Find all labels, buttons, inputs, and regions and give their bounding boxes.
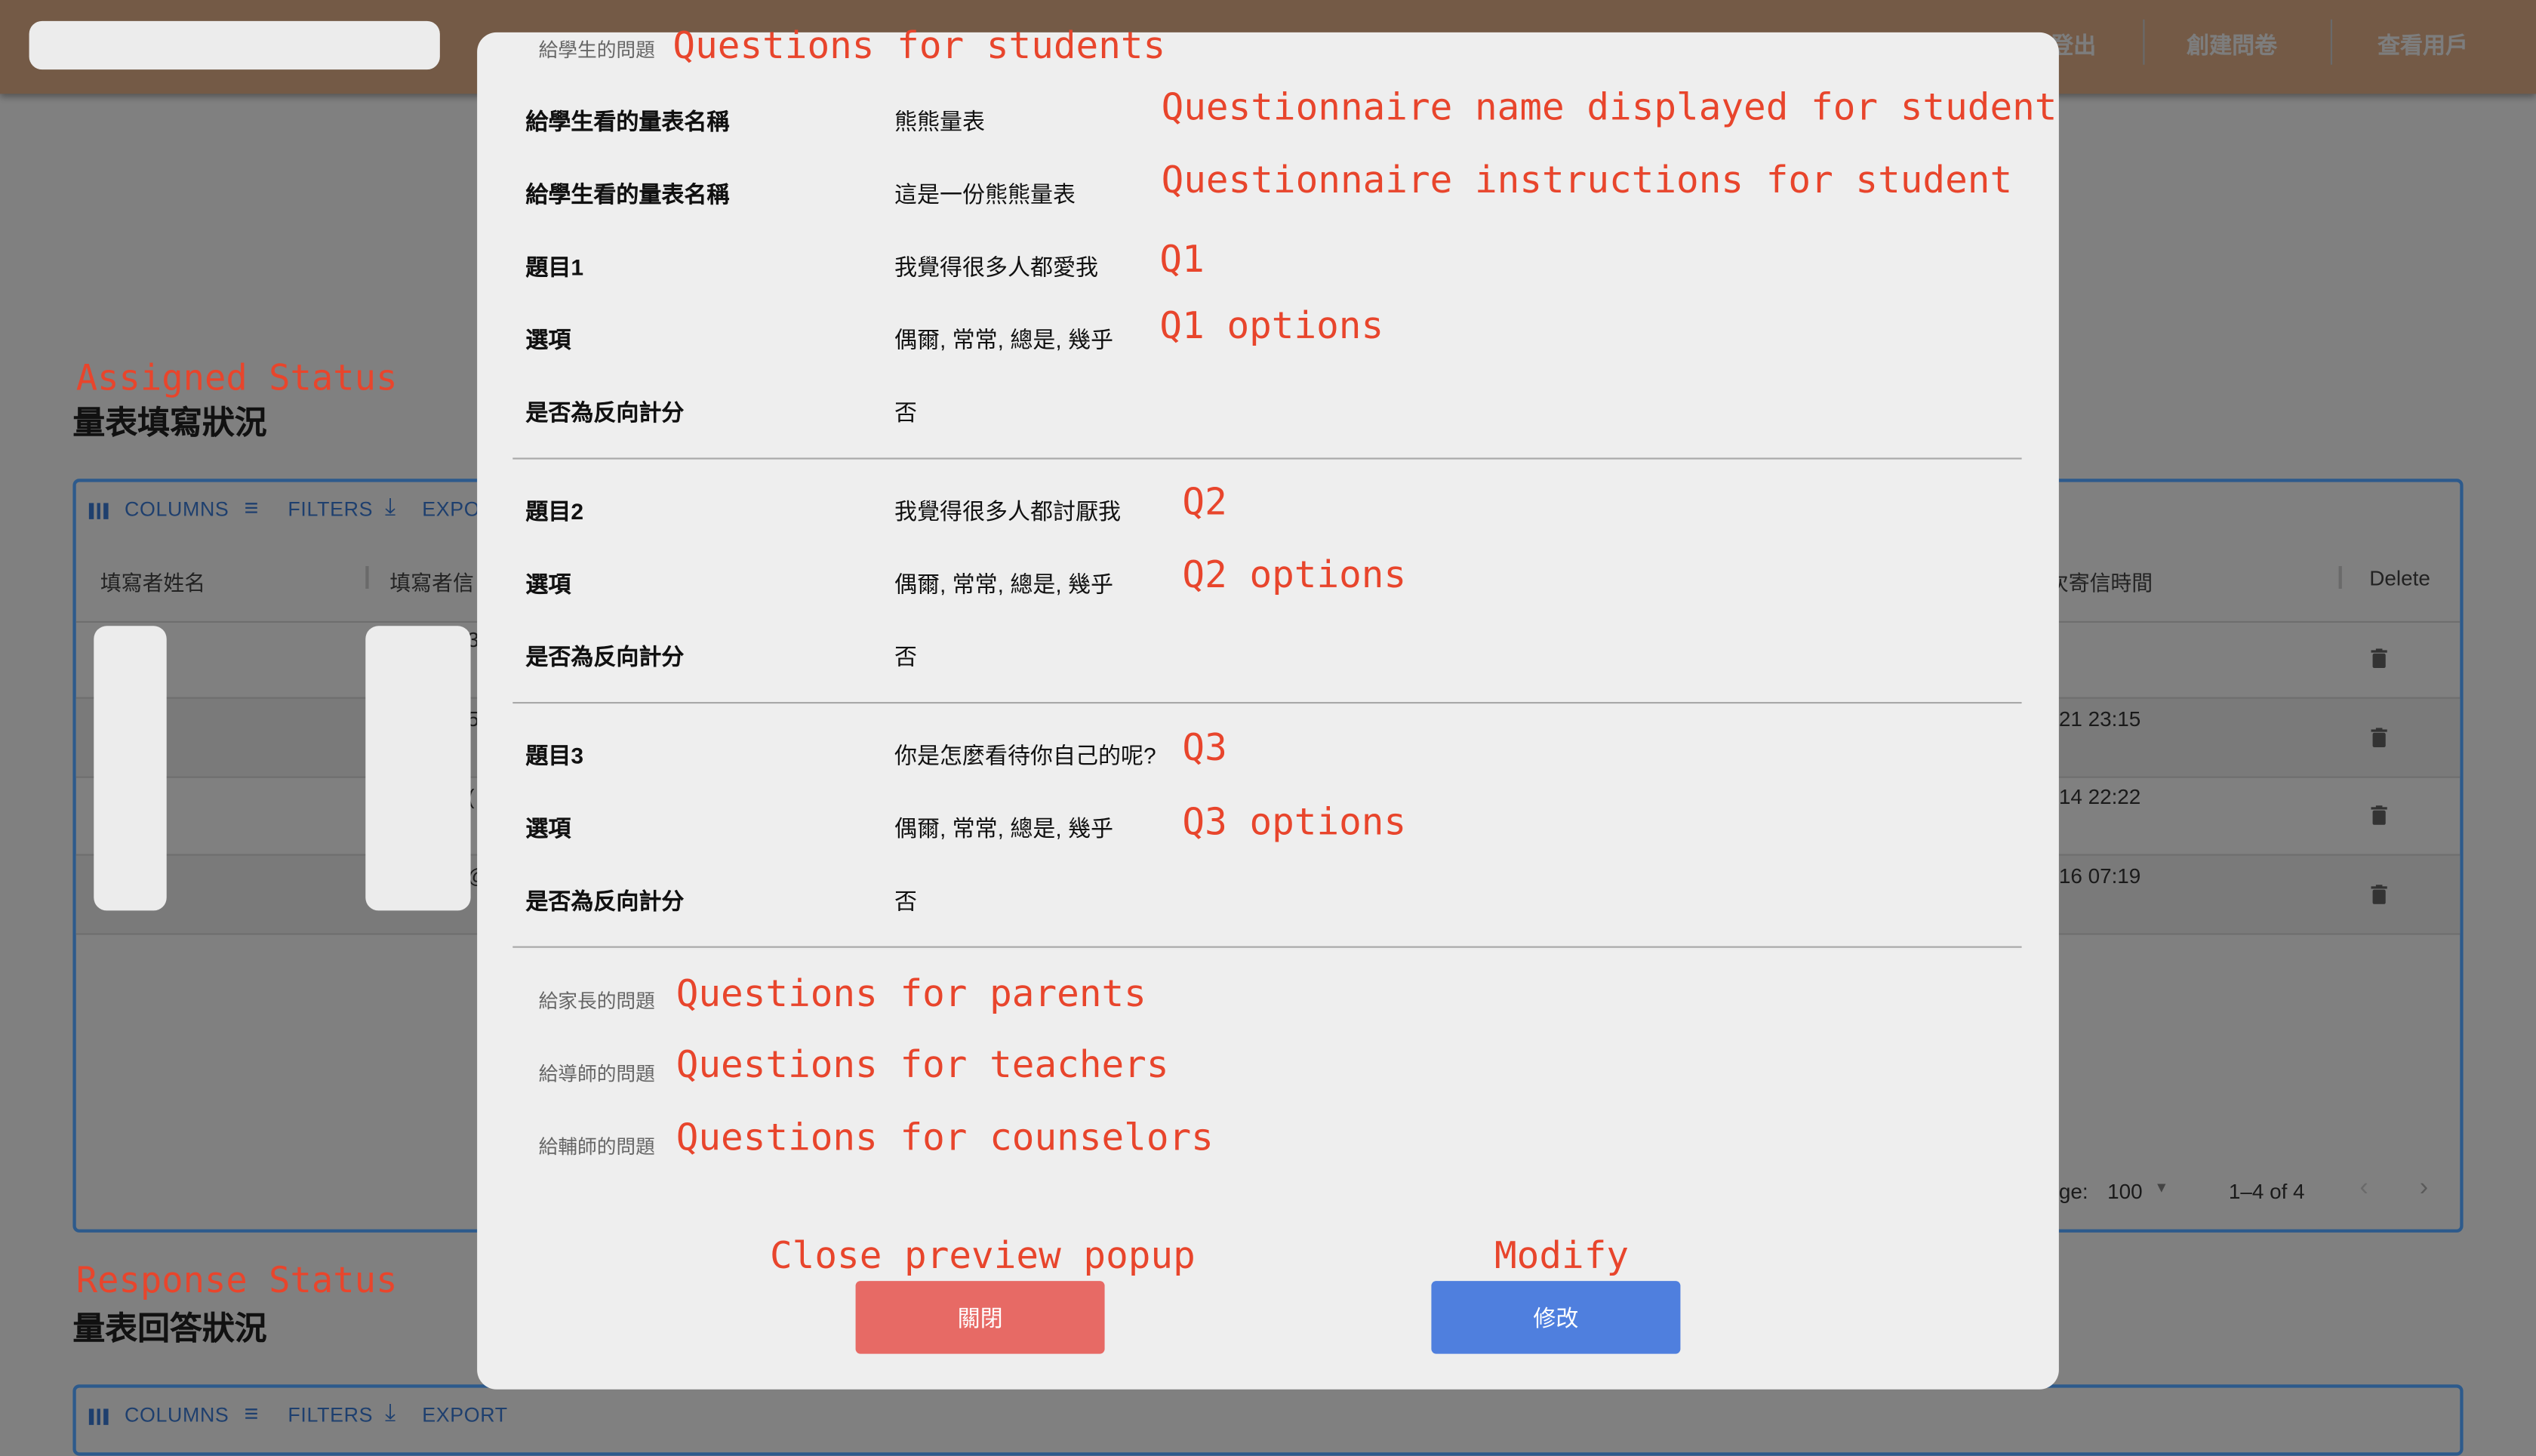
columns-button[interactable]: COLUMNS — [125, 1404, 229, 1427]
modify-button-annotation: Modify — [1494, 1236, 1630, 1278]
redacted-block — [365, 626, 471, 911]
question-label: 題目3 — [525, 742, 584, 768]
columns-icon — [88, 1408, 109, 1425]
nav-divider — [2143, 19, 2145, 65]
reverse-value: 否 — [894, 399, 917, 426]
filter-icon: ≡ — [244, 1400, 259, 1429]
modify-button[interactable]: 修改 — [1431, 1281, 1681, 1354]
question-annotation: Q1 — [1159, 239, 1205, 282]
field-annotation: Questionnaire instructions for student — [1161, 160, 2013, 202]
pagination-range: 1–4 of 4 — [2228, 1179, 2305, 1204]
redacted-block — [94, 626, 167, 911]
divider — [512, 457, 2022, 460]
assigned-status-title: 量表填寫狀況 — [72, 405, 267, 442]
trash-icon[interactable] — [2371, 728, 2387, 747]
filter-icon: ≡ — [244, 494, 259, 523]
question-label: 題目2 — [525, 498, 584, 525]
options-value: 偶爾, 常常, 總是, 幾乎 — [894, 571, 1114, 597]
prev-page-icon[interactable]: ‹ — [2359, 1174, 2368, 1204]
question-text: 我覺得很多人都愛我 — [894, 254, 1098, 280]
assigned-status-annotation: Assigned Status — [75, 359, 398, 400]
student-section-annotation: Questions for students — [672, 26, 1166, 68]
response-status-title: 量表回答狀況 — [72, 1311, 267, 1347]
trash-icon[interactable] — [2371, 648, 2387, 668]
column-header-name[interactable]: 填寫者姓名 — [100, 566, 205, 597]
page: 登出 創建問卷 查看用戶 Assigned Status 量表填寫狀況 COLU… — [0, 0, 2536, 1456]
field-label: 給學生看的量表名稱 — [525, 181, 730, 208]
question-annotation: Q2 — [1182, 482, 1227, 525]
chevron-down-icon: ▼ — [2154, 1179, 2169, 1196]
reverse-label: 是否為反向計分 — [525, 643, 685, 670]
download-icon: ⤓ — [384, 493, 396, 521]
nav-divider — [2330, 19, 2332, 65]
nav-create-questionnaire[interactable]: 創建問卷 — [2187, 29, 2277, 62]
time-cell: 14 22:22 — [2058, 784, 2141, 809]
close-button[interactable]: 關閉 — [855, 1281, 1105, 1354]
search-box[interactable] — [29, 20, 440, 70]
column-separator[interactable] — [365, 566, 369, 589]
column-header-delete: Delete — [2369, 566, 2430, 591]
question-text: 你是怎麼看待你自己的呢? — [894, 742, 1156, 768]
response-status-annotation: Response Status — [75, 1261, 398, 1302]
options-annotation: Q2 options — [1182, 555, 1407, 597]
field-value: 熊熊量表 — [894, 108, 985, 134]
download-icon: ⤓ — [384, 1399, 396, 1427]
next-page-icon[interactable]: › — [2420, 1174, 2428, 1204]
filters-button[interactable]: FILTERS — [288, 498, 373, 521]
reverse-value: 否 — [894, 888, 917, 914]
student-section-label: 給學生的問題 — [538, 38, 655, 62]
trash-icon[interactable] — [2371, 885, 2387, 904]
close-button-annotation: Close preview popup — [769, 1236, 1196, 1278]
rows-per-page-label: ge: — [2058, 1179, 2088, 1204]
export-button[interactable]: EXPO — [422, 498, 480, 521]
field-value: 這是一份熊熊量表 — [894, 181, 1076, 208]
parents-section-annotation: Questions for parents — [676, 974, 1146, 1016]
options-label: 選項 — [525, 326, 571, 353]
question-text: 我覺得很多人都討厭我 — [894, 498, 1121, 525]
reverse-value: 否 — [894, 643, 917, 670]
nav-view-users[interactable]: 查看用戶 — [2378, 29, 2468, 62]
options-label: 選項 — [525, 571, 571, 597]
teachers-section-label: 給導師的問題 — [538, 1062, 655, 1085]
column-separator[interactable] — [2338, 566, 2342, 589]
preview-modal — [477, 32, 2059, 1390]
question-annotation: Q3 — [1182, 728, 1227, 770]
time-cell: 21 23:15 — [2058, 706, 2141, 731]
options-annotation: Q3 options — [1182, 802, 1407, 845]
teachers-section-annotation: Questions for teachers — [676, 1045, 1169, 1087]
question-label: 題目1 — [525, 254, 584, 280]
time-cell: 16 07:19 — [2058, 863, 2141, 888]
columns-button[interactable]: COLUMNS — [125, 498, 229, 521]
trash-icon[interactable] — [2371, 805, 2387, 825]
columns-icon — [88, 503, 109, 519]
parents-section-label: 給家長的問題 — [538, 990, 655, 1013]
reverse-label: 是否為反向計分 — [525, 888, 685, 914]
field-label: 給學生看的量表名稱 — [525, 108, 730, 134]
column-header-email[interactable]: 填寫者信 — [389, 566, 473, 597]
divider — [512, 946, 2022, 948]
reverse-label: 是否為反向計分 — [525, 399, 685, 426]
export-button[interactable]: EXPORT — [422, 1404, 508, 1427]
field-annotation: Questionnaire name displayed for student — [1161, 87, 2057, 130]
filters-button[interactable]: FILTERS — [288, 1404, 373, 1427]
options-value: 偶爾, 常常, 總是, 幾乎 — [894, 815, 1114, 842]
column-header-last-sent-time[interactable]: 次寄信時間 — [2048, 566, 2153, 597]
divider — [512, 702, 2022, 704]
options-label: 選項 — [525, 815, 571, 842]
counselors-section-label: 給輔師的問題 — [538, 1135, 655, 1159]
options-annotation: Q1 options — [1159, 306, 1384, 348]
rows-per-page-select[interactable]: 100 — [2107, 1179, 2143, 1203]
counselors-section-annotation: Questions for counselors — [676, 1117, 1214, 1160]
options-value: 偶爾, 常常, 總是, 幾乎 — [894, 326, 1114, 353]
